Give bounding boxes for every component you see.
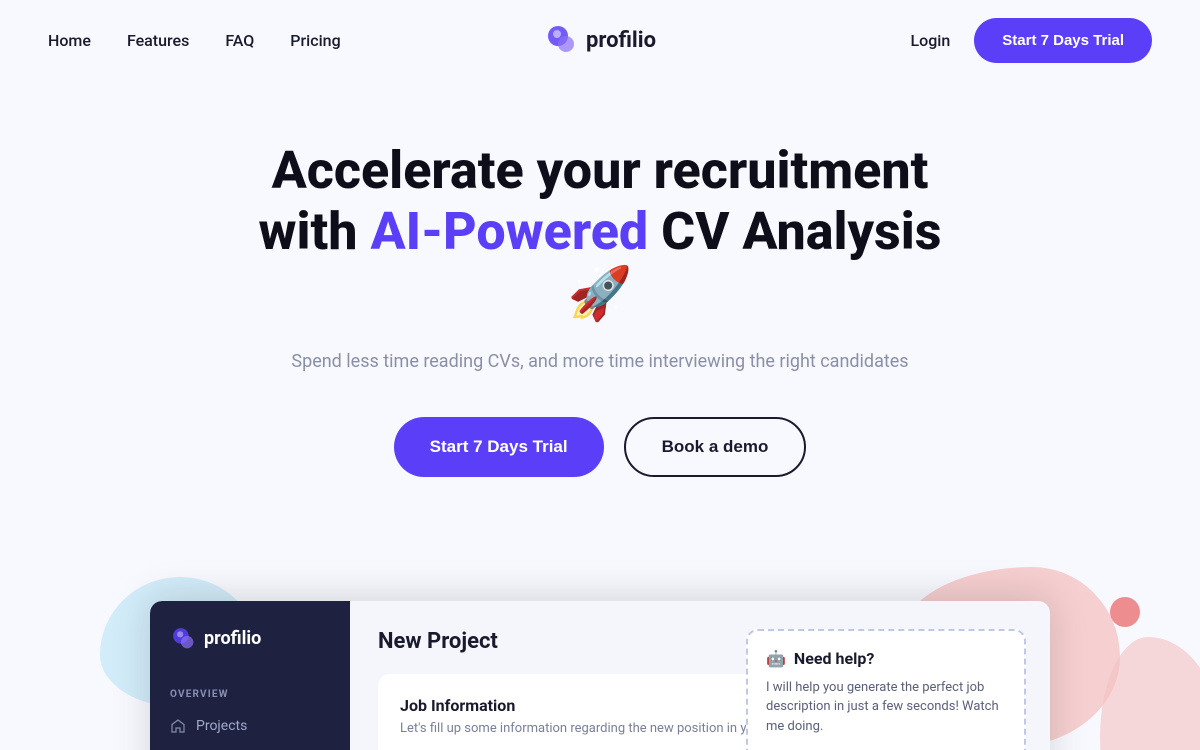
hero-headline: Accelerate your recruitment with AI-Powe… [220,140,980,324]
sidebar-item-projects[interactable]: Projects [150,708,350,744]
ai-description: I will help you generate the perfect job… [766,678,1006,737]
blob-pink-dot [1110,597,1140,627]
nav-cta-button[interactable]: Start 7 Days Trial [974,18,1152,63]
app-sidebar: profilio OVERVIEW Projects Billing [150,601,350,750]
sidebar-projects-label: Projects [196,718,247,734]
logo-text: profilio [586,28,656,53]
nav-links: Home Features FAQ Pricing [48,31,341,50]
nav-right: Login Start 7 Days Trial [910,18,1152,63]
ai-heading: Need help? [794,649,874,668]
sidebar-logo: profilio [150,625,350,677]
sidebar-logo-icon [170,625,198,653]
decorative-area: profilio OVERVIEW Projects Billing [0,577,1200,750]
ai-help-card: 🤖 Need help? I will help you generate th… [746,629,1026,750]
sidebar-item-billing[interactable]: Billing [150,744,350,750]
app-main-area: New Project Job Information Let's fill u… [350,601,1050,750]
hero-buttons: Start 7 Days Trial Book a demo [24,417,1176,477]
hero-demo-button[interactable]: Book a demo [624,417,807,477]
sidebar-logo-text: profilio [204,628,261,649]
hero-subtext: Spend less time reading CVs, and more ti… [260,348,940,377]
sidebar-section-overview: OVERVIEW [150,677,350,708]
headline-part2: with [259,201,371,262]
app-screenshot: profilio OVERVIEW Projects Billing [150,601,1050,750]
ai-card-header: 🤖 Need help? [766,649,1006,668]
headline-part1: Accelerate your recruitment [272,140,929,201]
logo-icon [544,22,580,58]
login-link[interactable]: Login [910,31,950,50]
nav-faq[interactable]: FAQ [225,31,254,50]
nav-features[interactable]: Features [127,31,189,50]
hero-trial-button[interactable]: Start 7 Days Trial [394,417,604,477]
nav-pricing[interactable]: Pricing [290,31,340,50]
home-icon [170,718,186,734]
logo: profilio [544,22,656,58]
nav-home[interactable]: Home [48,31,91,50]
hero-section: Accelerate your recruitment with AI-Powe… [0,80,1200,577]
navbar: Home Features FAQ Pricing profilio Login… [0,0,1200,80]
ai-emoji: 🤖 [766,649,786,668]
headline-ai: AI-Powered [370,201,648,262]
